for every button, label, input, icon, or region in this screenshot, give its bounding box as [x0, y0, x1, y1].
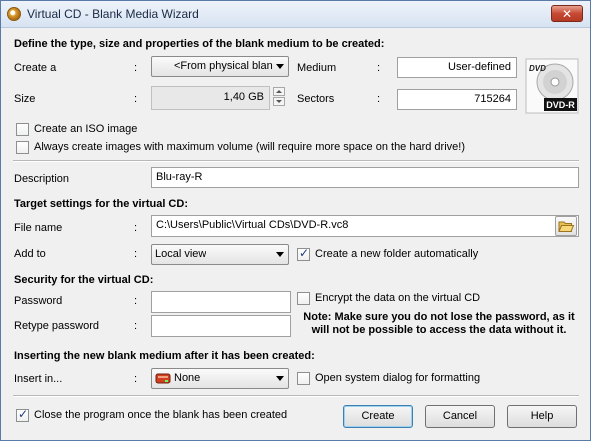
section-medium-heading: Define the type, size and properties of …: [14, 38, 385, 50]
add-to-label: Add to: [14, 248, 46, 260]
section-target-heading: Target settings for the virtual CD:: [14, 198, 188, 210]
dvd-disc-icon: DVD DVD-R: [525, 58, 579, 114]
max-volume-label: Always create images with maximum volume…: [34, 141, 465, 153]
description-label: Description: [14, 173, 70, 185]
chevron-down-icon: [276, 252, 284, 257]
spin-up-icon[interactable]: [273, 87, 285, 96]
add-to-dropdown[interactable]: Local view: [151, 244, 289, 265]
file-name-field[interactable]: C:\Users\Public\Virtual CDs\DVD-R.vc8: [151, 215, 579, 237]
close-button[interactable]: ✕: [551, 5, 583, 22]
create-a-dropdown[interactable]: <From physical blan: [151, 56, 289, 77]
separator: [13, 395, 579, 397]
browse-button[interactable]: [555, 216, 577, 236]
wizard-window: Virtual CD - Blank Media Wizard ✕ Define…: [0, 0, 591, 441]
insert-in-label: Insert in...: [14, 373, 63, 385]
folder-open-icon: [558, 221, 575, 232]
password-label: Password: [14, 295, 63, 307]
create-a-label: Create a: [14, 62, 57, 74]
medium-field[interactable]: User-defined: [397, 57, 517, 78]
new-folder-label: Create a new folder automatically: [315, 248, 479, 260]
colon: :: [377, 62, 381, 74]
encrypt-label: Encrypt the data on the virtual CD: [315, 292, 481, 304]
size-value: 1,40 GB: [223, 91, 264, 103]
encrypt-checkbox[interactable]: [297, 292, 310, 305]
colon: :: [134, 320, 138, 332]
size-field[interactable]: 1,40 GB: [151, 86, 270, 110]
colon: :: [134, 62, 138, 74]
password-note: Note: Make sure you do not lose the pass…: [303, 311, 575, 336]
sectors-label: Sectors: [297, 93, 335, 105]
add-to-value: Local view: [155, 248, 207, 260]
separator: [13, 160, 579, 162]
file-name-value: C:\Users\Public\Virtual CDs\DVD-R.vc8: [156, 219, 349, 231]
colon: :: [134, 295, 138, 307]
chevron-down-icon: [276, 376, 284, 381]
medium-label: Medium: [297, 62, 337, 74]
title-bar[interactable]: Virtual CD - Blank Media Wizard ✕: [1, 1, 590, 28]
password-field[interactable]: [151, 291, 291, 313]
medium-value: User-defined: [448, 61, 511, 73]
disc-type-label: DVD-R: [546, 100, 575, 110]
colon: :: [134, 93, 138, 105]
insert-in-value: None: [174, 372, 201, 384]
sectors-field[interactable]: 715264: [397, 89, 517, 110]
file-name-label: File name: [14, 222, 63, 234]
create-a-value: <From physical blan: [174, 60, 273, 72]
colon: :: [134, 222, 138, 234]
description-field[interactable]: Blu-ray-R: [151, 167, 579, 188]
close-icon: ✕: [561, 7, 573, 21]
retype-password-field[interactable]: [151, 315, 291, 337]
size-label: Size: [14, 93, 36, 105]
open-dialog-label: Open system dialog for formatting: [315, 372, 481, 384]
retype-password-label: Retype password: [14, 320, 99, 332]
colon: :: [377, 93, 381, 105]
iso-image-checkbox[interactable]: [16, 123, 29, 136]
open-dialog-checkbox[interactable]: [297, 372, 310, 385]
section-security-heading: Security for the virtual CD:: [14, 274, 154, 286]
max-volume-checkbox[interactable]: [16, 141, 29, 154]
chevron-down-icon: [276, 64, 284, 69]
new-folder-checkbox[interactable]: [297, 246, 310, 261]
help-button[interactable]: Help: [507, 405, 577, 428]
iso-image-label: Create an ISO image: [34, 123, 138, 135]
spin-down-icon[interactable]: [273, 97, 285, 106]
dvd-logo-text: DVD: [529, 64, 546, 73]
description-value: Blu-ray-R: [156, 171, 203, 183]
drive-icon: [155, 373, 171, 384]
window-title: Virtual CD - Blank Media Wizard: [27, 7, 199, 21]
sectors-value: 715264: [474, 93, 511, 105]
create-button[interactable]: Create: [343, 405, 413, 428]
close-program-checkbox[interactable]: [16, 407, 29, 422]
insert-in-dropdown[interactable]: None: [151, 368, 289, 389]
app-disc-icon: [7, 7, 21, 21]
colon: :: [134, 248, 138, 260]
size-spinner[interactable]: [273, 87, 285, 108]
cancel-button[interactable]: Cancel: [425, 405, 495, 428]
section-insert-heading: Inserting the new blank medium after it …: [14, 350, 315, 362]
close-program-label: Close the program once the blank has bee…: [34, 409, 288, 421]
colon: :: [134, 373, 138, 385]
